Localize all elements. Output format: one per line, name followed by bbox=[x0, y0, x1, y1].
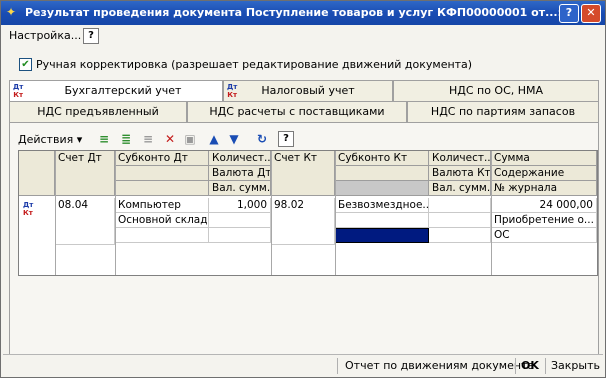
tab-vat-fixed-assets[interactable]: НДС по ОС, НМА bbox=[393, 80, 599, 102]
col-cur-sum-kt[interactable]: Вал. сумм... bbox=[429, 181, 491, 196]
manual-edit-label: Ручная корректировка (разрешает редактир… bbox=[36, 58, 473, 71]
ok-button[interactable]: OK bbox=[521, 359, 539, 372]
col-content[interactable]: Содержание bbox=[491, 166, 597, 181]
actions-menu[interactable]: Действия ▾ bbox=[18, 133, 82, 146]
col-acc-dt[interactable]: Счет Дт bbox=[55, 151, 115, 196]
cell-currency-dt[interactable] bbox=[209, 213, 271, 228]
entries-table: Счет Дт Субконто Дт Количест... Валюта Д… bbox=[18, 150, 598, 276]
tab-accounting[interactable]: Дт Кт Бухгалтерский учет bbox=[9, 80, 223, 102]
tabs: Дт Кт Бухгалтерский учет Дт Кт Налоговый у… bbox=[9, 80, 599, 123]
tab-vat-suppliers[interactable]: НДС расчеты с поставщиками bbox=[187, 101, 407, 123]
cell-cur-sum-kt[interactable] bbox=[429, 228, 491, 243]
cell-subconto-dt-2[interactable]: Основной склад bbox=[115, 213, 209, 228]
end-edit-icon[interactable]: ▣ bbox=[182, 131, 198, 147]
refresh-icon[interactable]: ↻ bbox=[254, 131, 270, 147]
copy-row-icon[interactable]: ≣ bbox=[118, 131, 134, 147]
cell-sum[interactable]: 24 000,00 bbox=[491, 198, 597, 213]
tab-panel: Действия ▾ ≡ ≣ ≡ ✕ ▣ ▲ ▼ ↻ ? Счет Дт Суб… bbox=[9, 122, 599, 356]
dialog-window: ✦ Результат проведения документа Поступл… bbox=[0, 0, 606, 378]
delete-row-icon[interactable]: ✕ bbox=[162, 131, 178, 147]
manual-edit-checkbox[interactable]: ✔ bbox=[19, 58, 32, 71]
col-currency-dt[interactable]: Валюта Дт bbox=[209, 166, 271, 181]
cell-acc-kt[interactable]: 98.02 bbox=[271, 198, 335, 245]
app-icon: ✦ bbox=[6, 5, 17, 19]
edit-row-icon[interactable]: ≡ bbox=[140, 131, 156, 147]
title-help-button[interactable]: ? bbox=[559, 4, 579, 23]
dt-kt-icon: Дт Кт bbox=[23, 201, 34, 217]
title-bar: ✦ Результат проведения документа Поступл… bbox=[1, 1, 605, 25]
cell-currency-kt[interactable] bbox=[429, 213, 491, 228]
cell-acc-dt[interactable]: 08.04 bbox=[55, 198, 115, 245]
title-close-button[interactable]: ✕ bbox=[581, 4, 601, 23]
tab-vat-batches[interactable]: НДС по партиям запасов bbox=[407, 101, 599, 123]
move-down-icon[interactable]: ▼ bbox=[226, 131, 242, 147]
col-qty-dt[interactable]: Количест... bbox=[209, 151, 271, 166]
dt-kt-icon: Дт Кт bbox=[13, 83, 24, 99]
cell-subconto-kt-2[interactable] bbox=[335, 213, 429, 228]
tab-tax[interactable]: Дт Кт Налоговый учет bbox=[223, 80, 393, 102]
cell-cur-sum-dt[interactable] bbox=[209, 228, 271, 243]
cell-content[interactable]: Приобретение о... bbox=[491, 213, 597, 228]
dt-kt-icon: Дт Кт bbox=[227, 83, 238, 99]
menu-settings[interactable]: Настройка... bbox=[9, 29, 81, 42]
cell-subconto-dt-1[interactable]: Компьютер bbox=[115, 198, 209, 213]
col-acc-kt[interactable]: Счет Кт bbox=[271, 151, 335, 196]
col-subconto-dt[interactable]: Субконто Дт bbox=[115, 151, 209, 166]
tab-vat-presented[interactable]: НДС предъявленный bbox=[9, 101, 187, 123]
window-title: Результат проведения документа Поступлен… bbox=[25, 6, 578, 19]
cell-subconto-kt-3-selected[interactable] bbox=[335, 228, 429, 243]
close-button[interactable]: Закрыть bbox=[551, 359, 600, 372]
cell-subconto-kt-1[interactable]: Безвозмездное... bbox=[335, 198, 429, 213]
col-subconto-kt[interactable]: Субконто Кт bbox=[335, 151, 429, 166]
help-icon[interactable]: ? bbox=[278, 131, 294, 147]
col-cur-sum-dt[interactable]: Вал. сумм... bbox=[209, 181, 271, 196]
col-currency-kt[interactable]: Валюта Кт bbox=[429, 166, 491, 181]
cell-qty-kt[interactable] bbox=[429, 198, 491, 213]
col-qty-kt[interactable]: Количест... bbox=[429, 151, 491, 166]
cell-journal[interactable]: ОС bbox=[491, 228, 597, 243]
movements-report-button[interactable]: Отчет по движениям документа bbox=[345, 359, 534, 372]
col-journal[interactable]: № журнала bbox=[491, 181, 597, 196]
help-icon[interactable]: ? bbox=[83, 28, 99, 44]
move-up-icon[interactable]: ▲ bbox=[206, 131, 222, 147]
cell-qty-dt[interactable]: 1,000 bbox=[209, 198, 271, 213]
menu-bar: Настройка... ? bbox=[3, 26, 603, 46]
status-bar: Отчет по движениям документа OK Закрыть bbox=[3, 354, 603, 377]
col-sum[interactable]: Сумма bbox=[491, 151, 597, 166]
cell-subconto-dt-3[interactable] bbox=[115, 228, 209, 243]
add-row-icon[interactable]: ≡ bbox=[96, 131, 112, 147]
grid-toolbar: Действия ▾ ≡ ≣ ≡ ✕ ▣ ▲ ▼ ↻ ? bbox=[16, 129, 306, 149]
